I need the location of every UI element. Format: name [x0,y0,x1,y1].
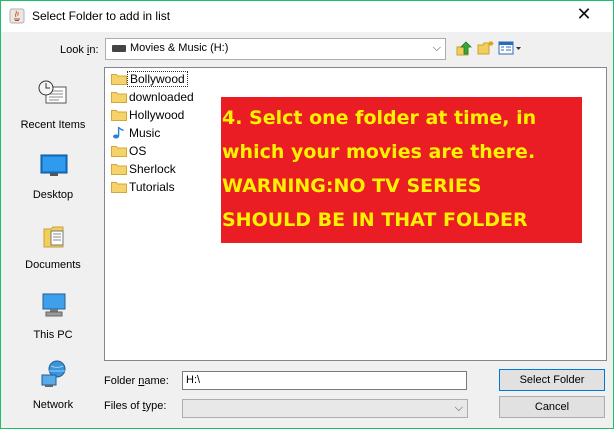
file-name: Tutorials [129,180,175,194]
look-in-dropdown[interactable]: Movies & Music (H:) ⌵ [105,38,446,60]
file-name: Bollywood [127,71,188,87]
list-item[interactable]: downloaded [109,88,219,106]
place-this-pc[interactable]: This PC [7,289,97,349]
file-name: OS [129,144,147,158]
annotation-line: WARNING:NO TV SERIES [222,175,482,197]
place-label: Network [32,399,74,411]
file-name: Music [129,126,161,140]
recent-items-icon [38,80,67,104]
select-folder-button[interactable]: Select Folder [499,369,605,391]
place-label: This PC [33,329,73,341]
file-name: downloaded [129,90,194,104]
view-menu-icon[interactable] [498,39,522,57]
place-documents[interactable]: Documents [7,219,97,279]
place-desktop[interactable]: Desktop [7,149,97,209]
chevron-down-icon: ⌵ [432,41,441,54]
cancel-button[interactable]: Cancel [499,396,605,418]
instruction-annotation: 4. Selct one folder at time, in which yo… [221,97,582,243]
folder-icon [111,110,127,121]
music-note-icon [113,127,124,139]
files-of-type-dropdown[interactable]: ⌵ [182,399,468,418]
place-recent-items[interactable]: Recent Items [7,79,97,139]
annotation-line: SHOULD BE IN THAT FOLDER [222,209,528,231]
network-icon [41,360,66,387]
file-chooser-dialog: Select Folder to add in list ✕ Look in: … [0,0,614,429]
create-new-folder-icon[interactable] [477,39,495,57]
folder-name-input[interactable]: H:\ [182,371,467,390]
window-title: Select Folder to add in list [32,9,171,23]
drive-icon [112,45,126,52]
place-label: Recent Items [20,119,86,131]
place-label: Documents [25,259,81,271]
title-bar: Select Folder to add in list ✕ [1,1,613,32]
files-of-type-label: Files of type: [104,400,167,412]
documents-icon [43,226,64,248]
folder-icon [111,74,127,85]
folder-icon [111,146,127,157]
place-label: Desktop [32,189,74,201]
file-name: Hollywood [129,108,185,122]
place-network[interactable]: Network [7,359,97,419]
list-item[interactable]: Tutorials [109,178,219,196]
close-button[interactable]: ✕ [569,4,599,26]
look-in-value: Movies & Music (H:) [130,42,229,54]
folder-icon [111,92,127,103]
list-item[interactable]: Hollywood [109,106,219,124]
look-in-label: Look in: [60,44,99,56]
annotation-line: 4. Selct one folder at time, in [222,107,537,129]
annotation-line: which your movies are there. [222,141,536,163]
desktop-icon [40,154,68,176]
places-bar: Recent Items Desktop Documents This PC N… [7,67,97,422]
java-app-icon [9,8,25,24]
list-item[interactable]: Sherlock [109,160,219,178]
this-pc-icon [42,293,66,317]
list-item[interactable]: Bollywood [109,70,219,88]
chevron-down-icon: ⌵ [454,401,463,414]
list-item[interactable]: Music [109,124,219,142]
folder-name-label: Folder name: [104,375,169,387]
folder-icon [111,164,127,175]
up-one-level-icon[interactable] [456,39,474,57]
list-item[interactable]: OS [109,142,219,160]
file-name: Sherlock [129,162,176,176]
folder-icon [111,182,127,193]
